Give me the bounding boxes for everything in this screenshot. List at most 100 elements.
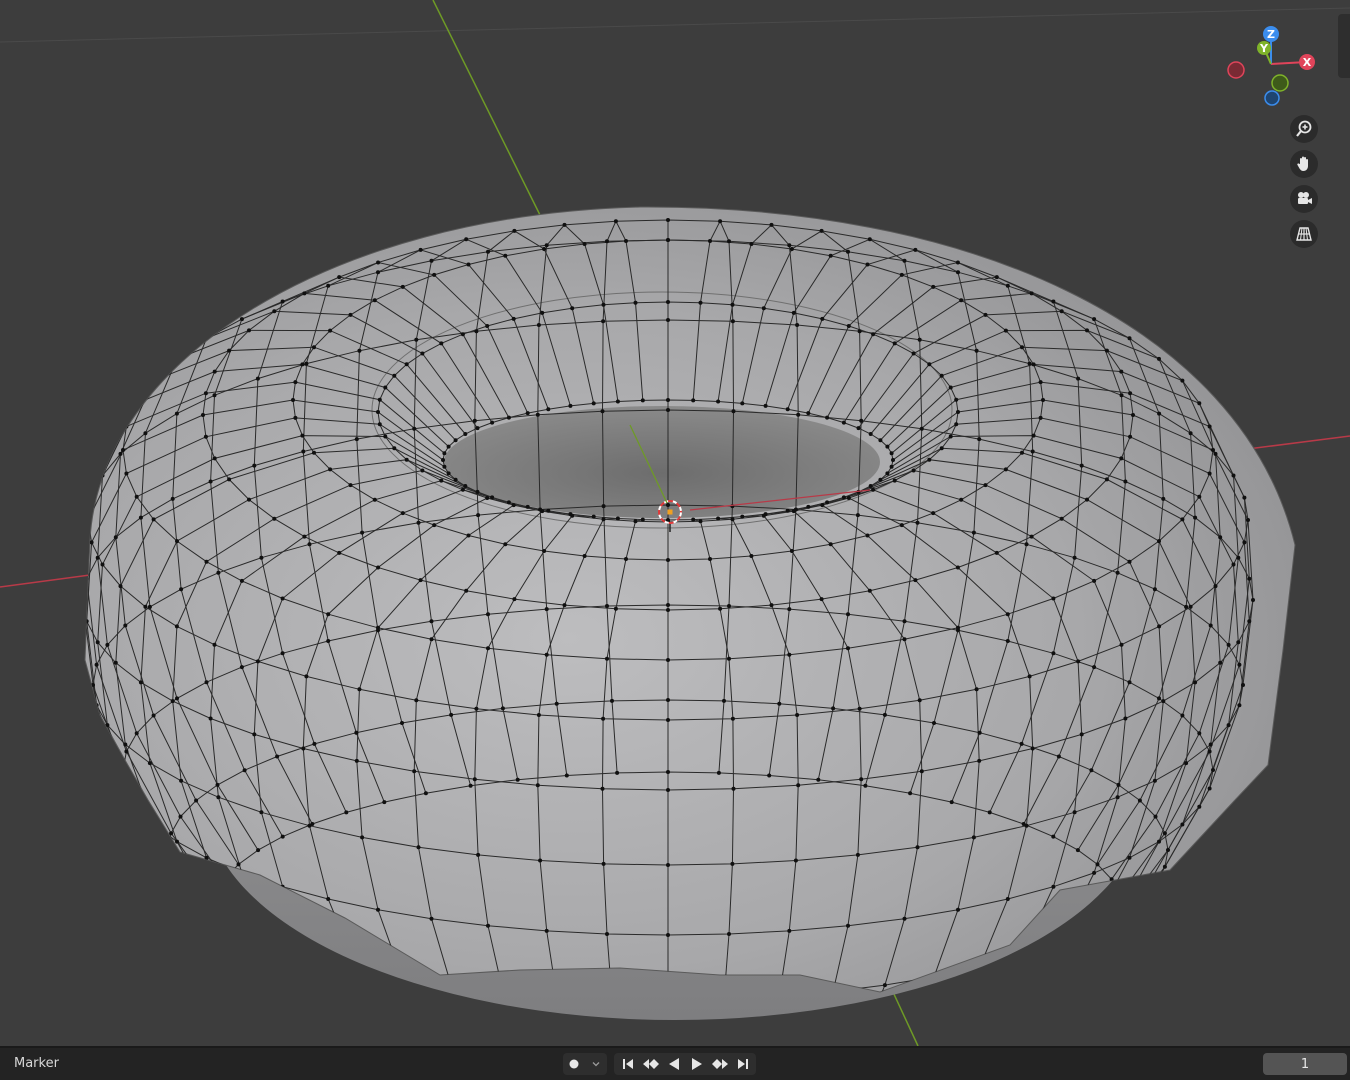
mesh-vertex[interactable]: [312, 741, 317, 746]
mesh-vertex[interactable]: [841, 495, 846, 500]
mesh-vertex[interactable]: [1118, 923, 1123, 928]
mesh-vertex[interactable]: [939, 446, 944, 451]
mesh-vertex[interactable]: [194, 798, 199, 803]
mesh-vertex[interactable]: [86, 518, 90, 522]
mesh-vertex[interactable]: [605, 604, 609, 608]
mesh-vertex[interactable]: [1127, 336, 1132, 341]
mesh-vertex[interactable]: [666, 238, 670, 242]
mesh-vertex[interactable]: [698, 300, 703, 305]
mesh-vertex[interactable]: [1019, 741, 1024, 746]
mesh-vertex[interactable]: [915, 520, 920, 525]
mesh-vertex[interactable]: [540, 310, 545, 315]
mesh-vertex[interactable]: [666, 218, 670, 222]
mesh-vertex[interactable]: [100, 562, 105, 567]
mesh-vertex[interactable]: [179, 587, 184, 592]
mesh-vertex[interactable]: [983, 312, 988, 317]
mesh-vertex[interactable]: [1207, 749, 1212, 754]
mesh-vertex[interactable]: [562, 222, 567, 227]
mesh-vertex[interactable]: [446, 471, 451, 476]
mesh-vertex[interactable]: [948, 385, 953, 390]
mesh-vertex[interactable]: [857, 329, 862, 334]
mesh-vertex[interactable]: [1092, 578, 1097, 583]
mesh-vertex[interactable]: [564, 773, 569, 778]
mesh-vertex[interactable]: [1104, 477, 1109, 482]
mesh-vertex[interactable]: [328, 328, 333, 333]
mesh-vertex[interactable]: [591, 401, 596, 406]
mesh-vertex[interactable]: [1027, 361, 1032, 366]
mesh-vertex[interactable]: [272, 309, 277, 314]
mesh-vertex[interactable]: [538, 507, 543, 512]
mesh-vertex[interactable]: [1005, 897, 1010, 901]
mesh-vertex[interactable]: [640, 517, 645, 522]
mesh-vertex[interactable]: [615, 516, 620, 521]
mesh-vertex[interactable]: [1157, 696, 1161, 701]
mesh-vertex[interactable]: [376, 628, 380, 633]
mesh-vertex[interactable]: [791, 310, 796, 315]
mesh-vertex[interactable]: [856, 426, 861, 431]
mesh-vertex[interactable]: [372, 497, 377, 502]
mesh-vertex[interactable]: [1118, 892, 1123, 897]
mesh-vertex[interactable]: [730, 319, 735, 324]
mesh-vertex[interactable]: [511, 503, 516, 508]
mesh-vertex[interactable]: [472, 418, 477, 423]
mesh-vertex[interactable]: [899, 272, 904, 277]
mesh-vertex[interactable]: [793, 507, 798, 512]
mesh-vertex[interactable]: [178, 814, 183, 819]
mesh-vertex[interactable]: [506, 500, 511, 505]
mesh-vertex[interactable]: [211, 908, 215, 912]
mesh-vertex[interactable]: [460, 332, 465, 337]
mesh-vertex[interactable]: [1211, 448, 1215, 452]
mesh-vertex[interactable]: [1231, 473, 1236, 478]
marker-menu[interactable]: Marker: [14, 1056, 59, 1071]
mesh-vertex[interactable]: [601, 861, 606, 866]
mesh-vertex[interactable]: [468, 783, 473, 788]
mesh-vertex[interactable]: [326, 897, 331, 901]
mesh-vertex[interactable]: [1213, 584, 1218, 589]
mesh-vertex[interactable]: [536, 713, 541, 717]
mesh-vertex[interactable]: [134, 401, 139, 406]
mesh-vertex[interactable]: [613, 219, 618, 224]
mesh-vertex[interactable]: [544, 607, 549, 612]
zoom-button[interactable]: [1290, 115, 1318, 143]
mesh-vertex[interactable]: [1184, 604, 1189, 609]
mesh-vertex[interactable]: [882, 983, 887, 988]
mesh-vertex[interactable]: [357, 687, 362, 692]
mesh-vertex[interactable]: [442, 451, 447, 456]
mesh-vertex[interactable]: [865, 533, 870, 538]
mesh-vertex[interactable]: [175, 356, 179, 361]
mesh-vertex[interactable]: [376, 907, 380, 912]
mesh-vertex[interactable]: [1246, 518, 1250, 522]
mesh-vertex[interactable]: [954, 422, 959, 427]
mesh-vertex[interactable]: [1085, 328, 1089, 333]
donut-icing[interactable]: [84, 206, 1296, 993]
mesh-vertex[interactable]: [175, 839, 179, 844]
mesh-vertex[interactable]: [536, 323, 541, 327]
mesh-vertex[interactable]: [1095, 862, 1100, 867]
mesh-vertex[interactable]: [859, 777, 864, 782]
mesh-vertex[interactable]: [89, 540, 94, 545]
mesh-vertex[interactable]: [490, 495, 495, 500]
mesh-vertex[interactable]: [354, 758, 359, 763]
mesh-vertex[interactable]: [1005, 283, 1010, 288]
mesh-vertex[interactable]: [463, 432, 468, 436]
mesh-vertex[interactable]: [1116, 782, 1121, 787]
mesh-vertex[interactable]: [169, 831, 174, 836]
mesh-vertex[interactable]: [272, 516, 277, 521]
mesh-vertex[interactable]: [1218, 660, 1223, 665]
mesh-vertex[interactable]: [863, 783, 868, 788]
mesh-vertex[interactable]: [1208, 623, 1213, 628]
mesh-vertex[interactable]: [302, 534, 307, 539]
mesh-vertex[interactable]: [466, 262, 471, 267]
mesh-vertex[interactable]: [544, 243, 549, 248]
mesh-vertex[interactable]: [846, 324, 851, 328]
current-frame-field[interactable]: 1: [1263, 1053, 1347, 1075]
mesh-vertex[interactable]: [666, 603, 670, 607]
mesh-vertex[interactable]: [304, 361, 309, 366]
mesh-vertex[interactable]: [372, 298, 377, 303]
mesh-vertex[interactable]: [666, 658, 670, 662]
mesh-vertex[interactable]: [1116, 913, 1121, 918]
mesh-vertex[interactable]: [1079, 732, 1084, 737]
mesh-vertex[interactable]: [424, 1025, 428, 1029]
mesh-vertex[interactable]: [749, 554, 754, 558]
mesh-vertex[interactable]: [360, 835, 365, 840]
